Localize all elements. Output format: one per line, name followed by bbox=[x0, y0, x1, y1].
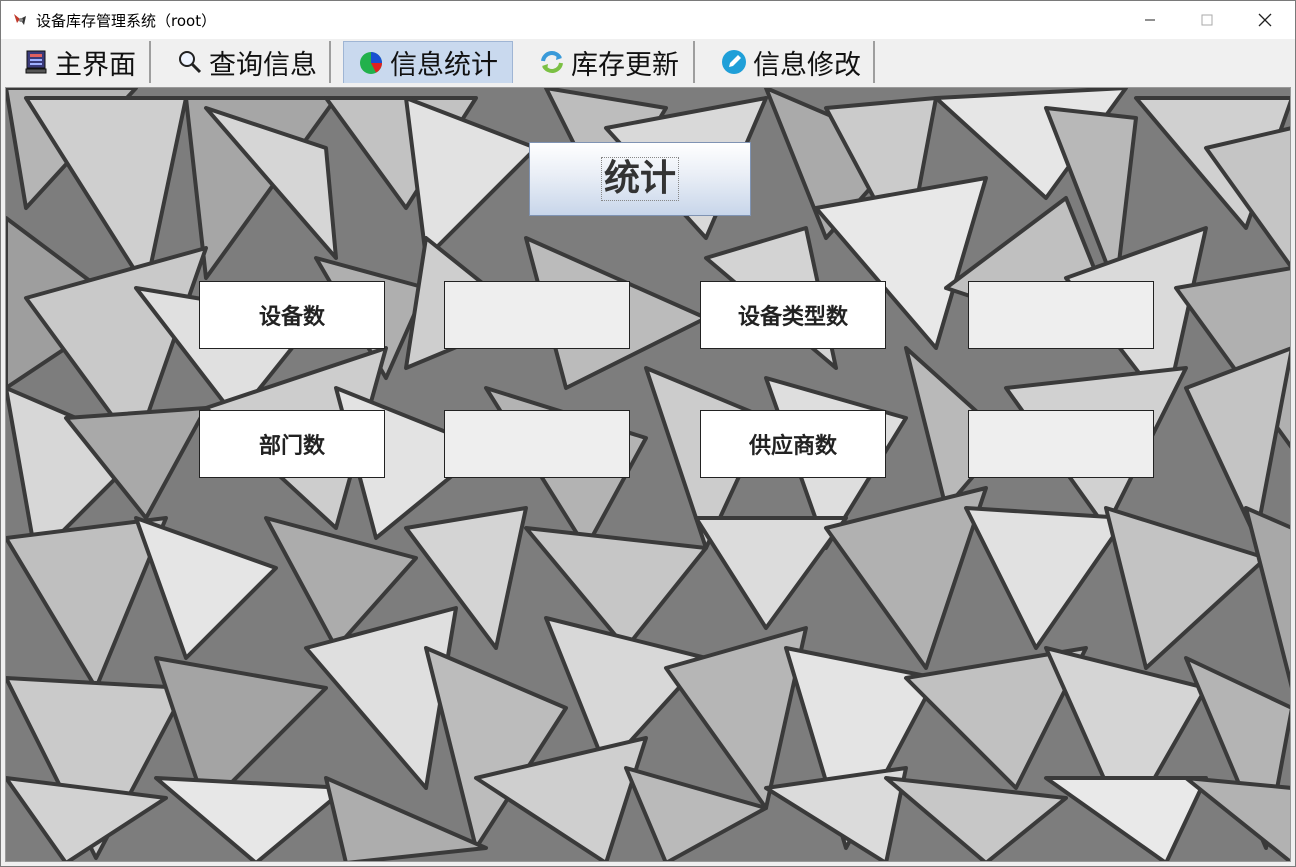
magnifier-icon bbox=[179, 51, 202, 74]
refresh-icon bbox=[541, 51, 563, 73]
equipment-count-value bbox=[444, 281, 630, 349]
minimize-icon bbox=[1145, 19, 1155, 21]
equipment-type-count-label: 设备类型数 bbox=[700, 281, 886, 349]
tab-stock-update[interactable]: 库存更新 bbox=[525, 41, 695, 83]
department-count-value bbox=[444, 410, 630, 478]
tab-stock-update-label: 库存更新 bbox=[571, 49, 679, 81]
equipment-type-count-value bbox=[968, 281, 1154, 349]
minimize-button[interactable] bbox=[1121, 1, 1179, 39]
statistics-panel: 统计 设备数 设备类型数 部门数 供应商数 bbox=[5, 87, 1291, 862]
app-icon bbox=[14, 14, 26, 25]
supplier-count-label: 供应商数 bbox=[700, 410, 886, 478]
tab-main-label: 主界面 bbox=[55, 49, 136, 81]
tab-query[interactable]: 查询信息 bbox=[163, 41, 331, 83]
equipment-count-label: 设备数 bbox=[199, 281, 385, 349]
pie-chart-icon bbox=[360, 51, 382, 74]
statistics-button[interactable]: 统计 bbox=[529, 142, 751, 216]
department-count-label: 部门数 bbox=[199, 410, 385, 478]
statistics-button-label: 统计 bbox=[600, 157, 679, 201]
tab-statistics-label: 信息统计 bbox=[390, 50, 498, 81]
tab-query-label: 查询信息 bbox=[209, 49, 317, 81]
maximize-button[interactable] bbox=[1178, 1, 1236, 39]
edit-icon bbox=[722, 50, 746, 74]
close-icon bbox=[1258, 13, 1272, 27]
tab-bar: 主界面 查询信息 信息统计 库存更新 信息修改 bbox=[3, 39, 1293, 85]
app-window: 设备库存管理系统（root） 主界面 查询信息 信息统计 库存更新 信息修改 统… bbox=[0, 0, 1296, 867]
title-bar: 设备库存管理系统（root） bbox=[1, 1, 1295, 39]
tab-edit-info[interactable]: 信息修改 bbox=[707, 41, 875, 83]
monitor-icon bbox=[25, 50, 47, 74]
tab-edit-info-label: 信息修改 bbox=[753, 49, 861, 81]
window-title: 设备库存管理系统（root） bbox=[36, 12, 217, 30]
close-button[interactable] bbox=[1236, 1, 1294, 39]
tab-statistics[interactable]: 信息统计 bbox=[343, 41, 513, 83]
maximize-icon bbox=[1201, 14, 1213, 26]
tab-main[interactable]: 主界面 bbox=[9, 41, 151, 83]
supplier-count-value bbox=[968, 410, 1154, 478]
